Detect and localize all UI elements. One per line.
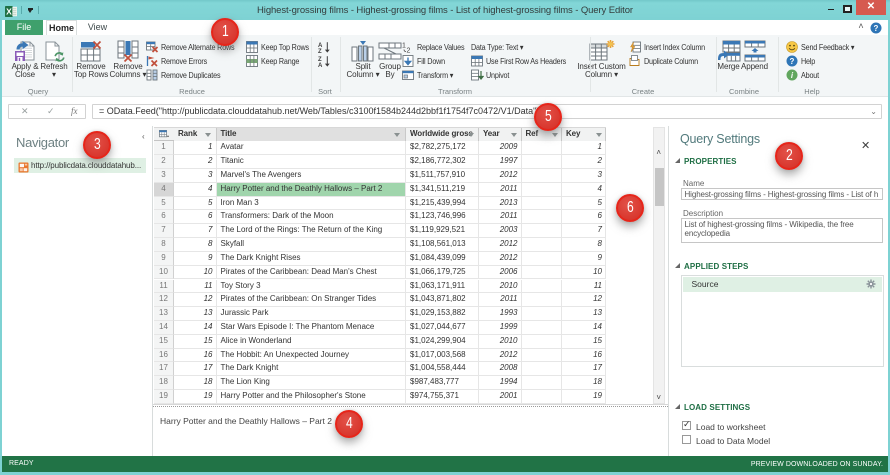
svg-text:A: A	[318, 63, 323, 67]
svg-text:1: 1	[402, 43, 406, 50]
svg-text:Z: Z	[318, 49, 322, 53]
svg-text:?: ?	[874, 24, 879, 33]
svg-text:2: 2	[407, 48, 411, 54]
svg-text:?: ?	[790, 57, 795, 66]
